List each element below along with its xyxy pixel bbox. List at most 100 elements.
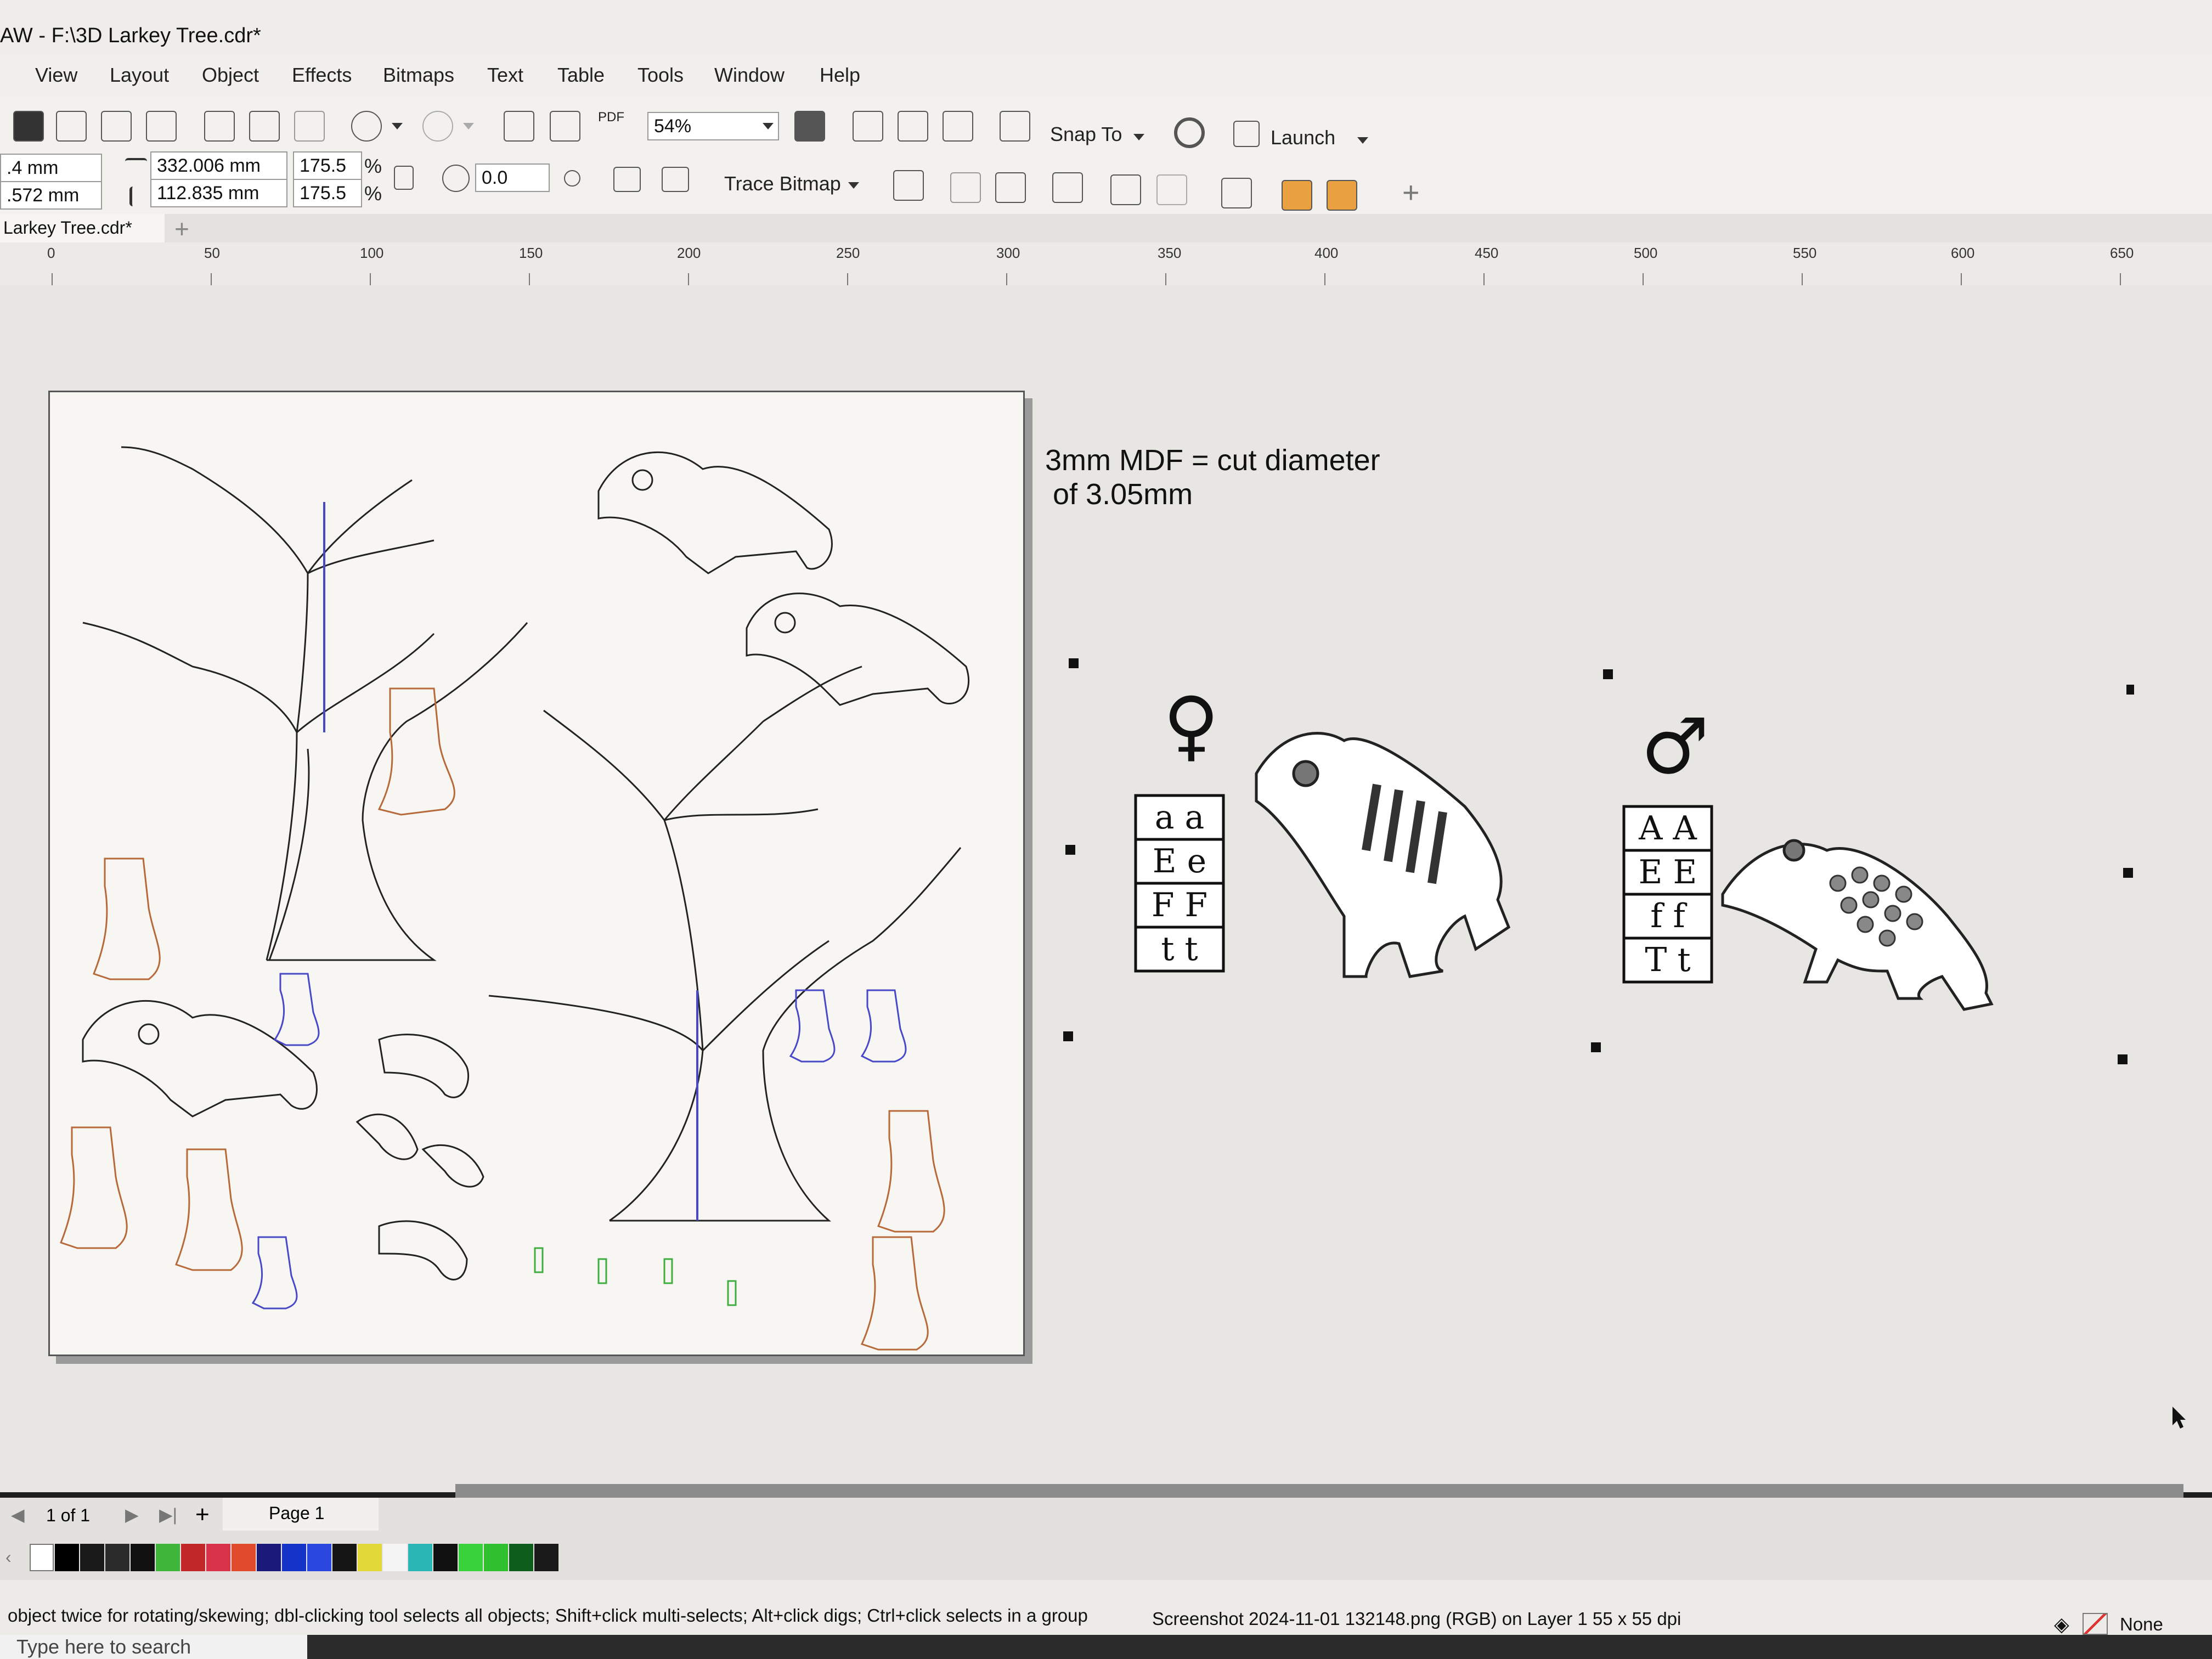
color-swatch[interactable] <box>307 1544 331 1571</box>
scale-y-field[interactable]: 175.5 <box>293 179 362 207</box>
lock-ratio-icon[interactable] <box>394 166 414 190</box>
color-swatch[interactable] <box>484 1544 508 1571</box>
menu-window[interactable]: Window <box>714 64 785 87</box>
no-color-swatch[interactable] <box>30 1544 54 1571</box>
full-screen-icon[interactable] <box>794 111 825 142</box>
show-grid-icon[interactable] <box>898 111 928 142</box>
mirror-vertical-icon[interactable] <box>662 167 689 192</box>
taskbar-search-input[interactable]: Type here to search <box>0 1635 307 1659</box>
menu-help[interactable]: Help <box>820 64 860 87</box>
menu-text[interactable]: Text <box>487 64 523 87</box>
copy-icon[interactable] <box>249 111 280 142</box>
next-page-icon[interactable]: ▶ <box>125 1504 139 1525</box>
show-rulers-icon[interactable] <box>853 111 883 142</box>
first-page-icon[interactable]: ◀ <box>11 1504 25 1525</box>
frame-icon[interactable] <box>1052 172 1083 203</box>
print-icon[interactable] <box>146 111 177 142</box>
to-front-layer-icon[interactable] <box>1282 180 1312 211</box>
fill-icon[interactable]: ◈ <box>2054 1613 2069 1636</box>
undo-dropdown-icon[interactable] <box>392 123 403 129</box>
color-swatch[interactable] <box>232 1544 256 1571</box>
palette-scroll-left-icon[interactable]: ‹ <box>5 1547 12 1567</box>
color-swatch[interactable] <box>332 1544 357 1571</box>
text-wrap-icon[interactable] <box>1221 178 1252 208</box>
rotate-icon[interactable] <box>442 165 470 192</box>
snap-to-dropdown-icon[interactable] <box>1133 134 1144 140</box>
add-icon[interactable]: + <box>1402 176 1420 210</box>
color-swatch[interactable] <box>358 1544 382 1571</box>
selection-handle[interactable] <box>1603 669 1613 679</box>
undo-icon[interactable] <box>351 111 382 142</box>
object-height-field[interactable]: 112.835 mm <box>150 179 287 207</box>
export-icon[interactable] <box>550 111 580 142</box>
selection-handle[interactable] <box>1065 845 1075 855</box>
color-swatch[interactable] <box>257 1544 281 1571</box>
mirror-horizontal-icon[interactable] <box>613 167 641 192</box>
color-swatch[interactable] <box>408 1544 432 1571</box>
launch-dropdown-icon[interactable] <box>1357 137 1368 144</box>
color-swatch[interactable] <box>509 1544 533 1571</box>
page-tab[interactable]: Page 1 <box>223 1498 379 1531</box>
selection-handle[interactable] <box>2118 1054 2128 1064</box>
color-swatch[interactable] <box>80 1544 104 1571</box>
redo-icon[interactable] <box>422 111 453 142</box>
import-icon[interactable] <box>504 111 534 142</box>
color-swatch[interactable] <box>181 1544 205 1571</box>
color-swatch[interactable] <box>433 1544 458 1571</box>
cut-icon[interactable] <box>204 111 235 142</box>
resample-icon[interactable] <box>950 172 981 203</box>
snap-off-icon[interactable] <box>1000 111 1030 142</box>
show-guidelines-icon[interactable] <box>943 111 973 142</box>
color-swatch[interactable] <box>282 1544 306 1571</box>
zoom-level-field[interactable]: 54% <box>647 112 779 140</box>
redo-dropdown-icon[interactable] <box>463 123 474 129</box>
color-swatch[interactable] <box>206 1544 230 1571</box>
zoom-dropdown-icon[interactable] <box>763 123 774 129</box>
color-swatch[interactable] <box>459 1544 483 1571</box>
selection-handle[interactable] <box>1591 1042 1601 1052</box>
menu-bitmaps[interactable]: Bitmaps <box>383 64 454 87</box>
menu-object[interactable]: Object <box>202 64 259 87</box>
edit-bitmap-icon[interactable] <box>1110 174 1141 205</box>
paste-icon[interactable] <box>294 111 325 142</box>
color-swatch[interactable] <box>131 1544 155 1571</box>
cut-design-artwork[interactable] <box>50 392 1023 1355</box>
trace-bitmap-dropdown-icon[interactable] <box>848 182 859 189</box>
save-icon[interactable] <box>13 111 44 142</box>
color-swatch[interactable] <box>55 1544 79 1571</box>
menu-table[interactable]: Table <box>557 64 605 87</box>
color-swatch[interactable] <box>383 1544 407 1571</box>
selection-handle[interactable] <box>2126 685 2134 695</box>
menu-view[interactable]: View <box>35 64 77 87</box>
color-swatch[interactable] <box>105 1544 129 1571</box>
menu-effects[interactable]: Effects <box>292 64 352 87</box>
rotation-angle-field[interactable]: 0.0 <box>475 163 550 192</box>
position-x-field[interactable]: .4 mm <box>0 154 102 182</box>
trace-bitmap-button[interactable]: Trace Bitmap <box>724 172 841 195</box>
bitmap-color-mask-icon[interactable] <box>995 172 1026 203</box>
menu-tools[interactable]: Tools <box>637 64 684 87</box>
bitmap-effects-icon[interactable] <box>1156 174 1187 205</box>
horizontal-ruler[interactable]: 0 50 100 150 200 250 300 350 400 450 500… <box>0 242 2212 286</box>
object-width-field[interactable]: 332.006 mm <box>150 151 287 180</box>
color-swatch[interactable] <box>534 1544 558 1571</box>
cloud-download-icon[interactable] <box>56 111 87 142</box>
selection-handle[interactable] <box>1063 1031 1073 1041</box>
color-swatch[interactable] <box>156 1544 180 1571</box>
selection-handle[interactable] <box>2123 868 2133 878</box>
drawing-page[interactable] <box>48 391 1025 1356</box>
gear-icon[interactable] <box>1174 117 1205 148</box>
crop-bitmap-icon[interactable] <box>893 170 924 201</box>
cloud-upload-icon[interactable] <box>101 111 132 142</box>
launch-button[interactable]: Launch <box>1271 126 1335 149</box>
snap-to-button[interactable]: Snap To <box>1050 123 1122 146</box>
last-page-icon[interactable]: ▶| <box>159 1504 177 1525</box>
add-page-icon[interactable]: + <box>195 1501 210 1528</box>
to-back-layer-icon[interactable] <box>1327 180 1357 211</box>
selection-handle[interactable] <box>1069 658 1079 668</box>
selected-genetics-image[interactable]: ♀ a a E e F F t t ♂ A A E E f f T t <box>1059 642 2134 1075</box>
menu-layout[interactable]: Layout <box>110 64 169 87</box>
launch-icon[interactable] <box>1233 121 1260 147</box>
fill-swatch[interactable] <box>2083 1613 2108 1635</box>
scale-x-field[interactable]: 175.5 <box>293 151 362 180</box>
